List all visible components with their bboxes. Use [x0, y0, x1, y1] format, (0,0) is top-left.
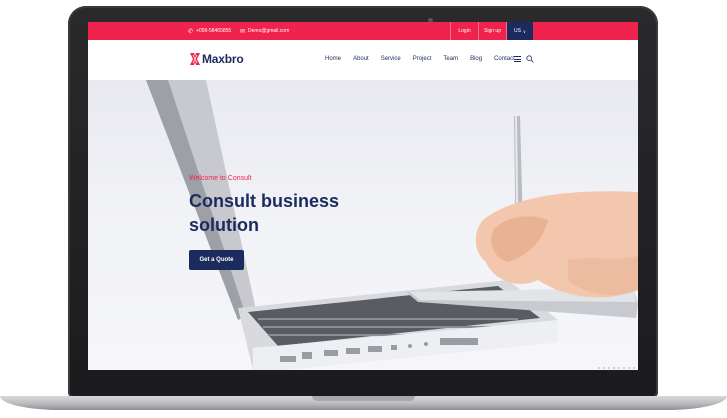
email-address: Demo@gmail.com	[248, 28, 290, 34]
main-nav: Home About Service Project Team Blog Con…	[325, 56, 527, 62]
nav-about[interactable]: About	[353, 56, 369, 62]
language-label: US	[514, 28, 521, 34]
get-quote-button[interactable]: Get a Quote	[189, 250, 244, 270]
hero-eyebrow: Welcome to Consult	[189, 175, 252, 182]
header-icons	[514, 55, 534, 63]
hero-section: Welcome to Consult Consult business solu…	[88, 80, 638, 370]
login-link[interactable]: Login	[450, 22, 478, 40]
hero-title-line2: solution	[189, 215, 259, 235]
signup-link[interactable]: Sign up	[478, 22, 507, 40]
laptop-notch	[312, 396, 415, 401]
nav-service[interactable]: Service	[381, 56, 401, 62]
nav-team[interactable]: Team	[443, 56, 458, 62]
language-select[interactable]: US ∨	[507, 22, 533, 40]
phone-number: +099-58465855	[196, 28, 232, 34]
mail-icon: ✉	[240, 28, 246, 35]
hero-title-line1: Consult business	[189, 191, 340, 211]
logo-text: Maxbro	[202, 52, 244, 66]
logo-icon	[190, 53, 200, 65]
site-header: Maxbro Home About Service Project Team B…	[88, 40, 638, 80]
hero-title: Consult business solution	[189, 189, 339, 237]
email-contact[interactable]: ✉ Demo@gmail.com	[240, 22, 289, 40]
top-bar: ✆ +099-58465855 ✉ Demo@gmail.com Login S…	[88, 22, 638, 40]
website-screen: ✆ +099-58465855 ✉ Demo@gmail.com Login S…	[88, 22, 638, 370]
phone-icon: ✆	[188, 28, 194, 35]
nav-home[interactable]: Home	[325, 56, 341, 62]
chevron-down-icon: ∨	[523, 28, 526, 34]
nav-project[interactable]: Project	[413, 56, 432, 62]
hero-laptop-image	[146, 80, 638, 370]
scroll-dots-decoration	[598, 367, 635, 369]
phone-contact[interactable]: ✆ +099-58465855	[188, 22, 231, 40]
menu-icon[interactable]	[514, 56, 521, 62]
nav-blog[interactable]: Blog	[470, 56, 482, 62]
hero-content: Welcome to Consult Consult business solu…	[189, 175, 339, 270]
site-logo[interactable]: Maxbro	[190, 52, 244, 66]
nav-contact[interactable]: Contact	[494, 56, 515, 62]
search-icon[interactable]	[526, 55, 534, 63]
